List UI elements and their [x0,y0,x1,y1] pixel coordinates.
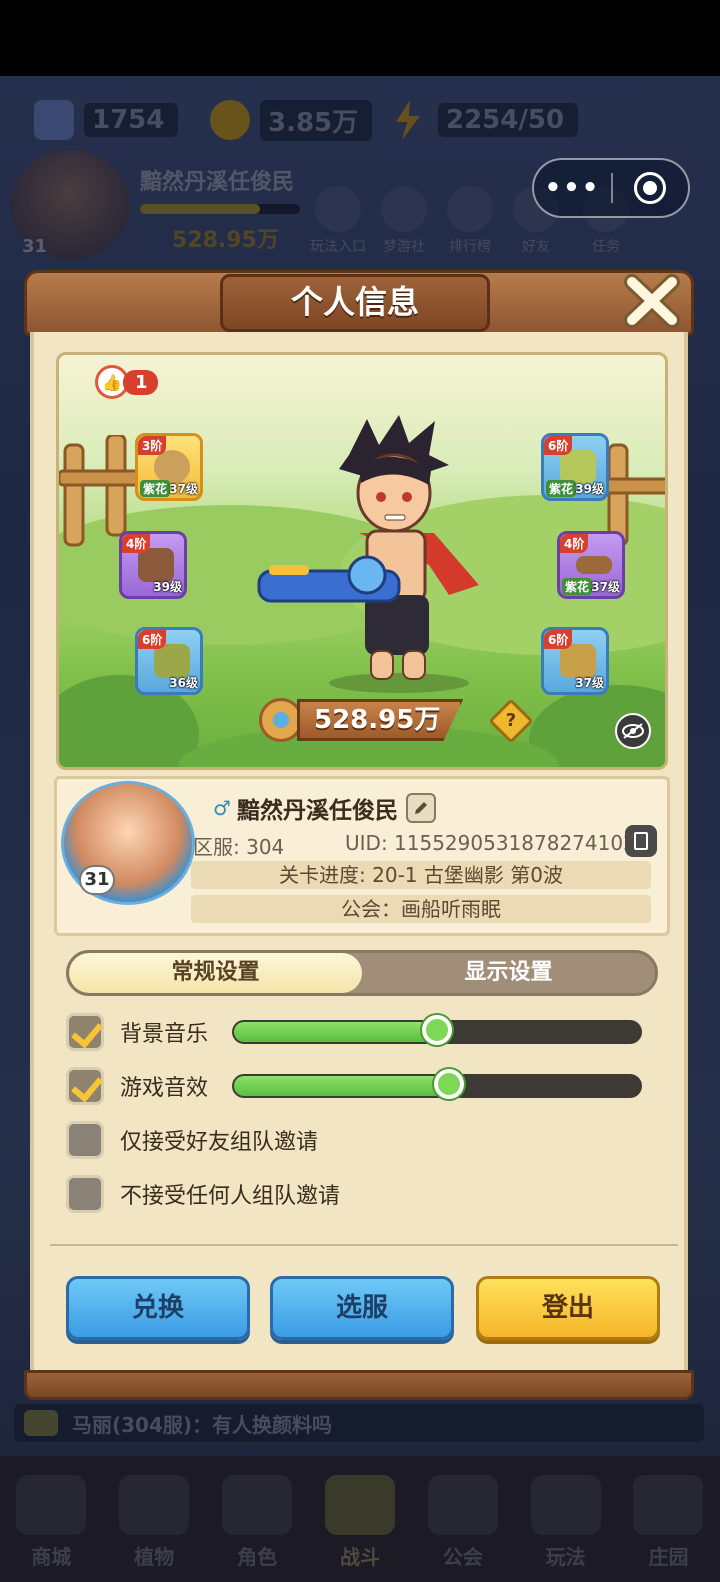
bgm-volume-fill [234,1022,439,1042]
target-icon [634,172,667,204]
equipment-slot-armor[interactable]: 6阶 紫花 39级 [541,433,609,501]
hero-character [257,415,479,693]
bgm-label: 背景音乐 [120,1022,209,1047]
friends-only-invite-checkbox[interactable] [66,1121,104,1159]
combat-power-plate: 528.95万 [259,695,479,745]
sfx-checkbox[interactable] [66,1067,104,1105]
character-showcase: 👍 1 3阶 紫花 37级 4阶 39级 6阶 36级 6阶 紫花 39级 4阶… [56,352,668,770]
tab-general-settings[interactable]: 常规设置 [69,953,362,993]
setting-friends-only-invite: 仅接受好友组队邀请 [66,1120,318,1160]
power-gear-icon [259,698,303,742]
like-count: 1 [123,369,158,395]
no-invite-label: 不接受任何人组队邀请 [120,1184,341,1209]
tab-display-settings[interactable]: 显示设置 [362,953,655,993]
more-menu-button[interactable]: ••• [534,173,611,203]
close-miniprogram-button[interactable] [613,172,688,204]
dialog-body: 👍 1 3阶 紫花 37级 4阶 39级 6阶 36级 6阶 紫花 39级 4阶… [30,332,688,1376]
friends-only-invite-label: 仅接受好友组队邀请 [120,1130,319,1155]
logout-button[interactable]: 登出 [476,1276,660,1340]
sfx-volume-fill [234,1076,451,1096]
profile-dialog: 个人信息 👍 1 3阶 紫花 37级 4阶 39级 6阶 36级 6阶 紫花 3… [24,270,694,1400]
close-button[interactable] [620,272,684,330]
copy-uid-button[interactable] [625,825,657,857]
equipment-slot-boots[interactable]: 6阶 37级 [541,627,609,695]
server-label: 区服: 304 [193,835,285,859]
miniprogram-capsule: ••• [532,158,690,218]
copy-icon [634,832,648,850]
no-invite-checkbox[interactable] [66,1175,104,1213]
divider [50,1244,678,1246]
bgm-checkbox[interactable] [66,1013,104,1051]
stage-progress: 关卡进度: 20-1 古堡幽影 第0波 [191,861,651,889]
question-icon: ? [505,710,517,731]
setting-no-invite: 不接受任何人组队邀请 [66,1174,340,1214]
equipment-slot-pants[interactable]: 6阶 36级 [135,627,203,695]
pencil-icon [415,802,427,814]
status-bar [0,0,720,76]
equipment-slot-gloves[interactable]: 4阶 39级 [119,531,187,599]
equipment-slot-hat[interactable]: 3阶 紫花 37级 [135,433,203,501]
hide-equipment-button[interactable] [615,713,651,749]
dialog-title: 个人信息 [220,274,490,332]
sfx-volume-knob[interactable] [434,1069,464,1099]
close-icon [624,274,680,328]
uid-label: UID: 1155290531878274102 [345,831,636,855]
combat-power-value: 528.95万 [297,699,464,741]
select-server-button[interactable]: 选服 [270,1276,454,1340]
settings-tabs: 常规设置 显示设置 [66,950,658,996]
bgm-volume-knob[interactable] [422,1015,452,1045]
edit-name-button[interactable] [406,793,436,823]
bgm-volume-slider[interactable] [232,1015,642,1045]
profile-card: 31 ♂ 黯然丹溪任俊民 区服: 304 UID: 11552905318782… [54,776,670,936]
setting-sfx: 游戏音效 [66,1066,208,1106]
player-level-badge: 31 [79,865,115,895]
sfx-label: 游戏音效 [120,1076,209,1101]
player-name: 黯然丹溪任俊民 [237,798,398,824]
sfx-volume-slider[interactable] [232,1069,642,1099]
like-counter[interactable]: 👍 1 [95,365,158,399]
redeem-button[interactable]: 兑换 [66,1276,250,1340]
dialog-footer [24,1370,694,1400]
guild-label: 公会：画船听雨眠 [191,895,651,923]
setting-bgm: 背景音乐 [66,1012,208,1052]
male-gender-icon: ♂ [213,796,231,820]
eye-off-icon [622,723,644,739]
equipment-slot-belt[interactable]: 4阶 紫花 37级 [557,531,625,599]
